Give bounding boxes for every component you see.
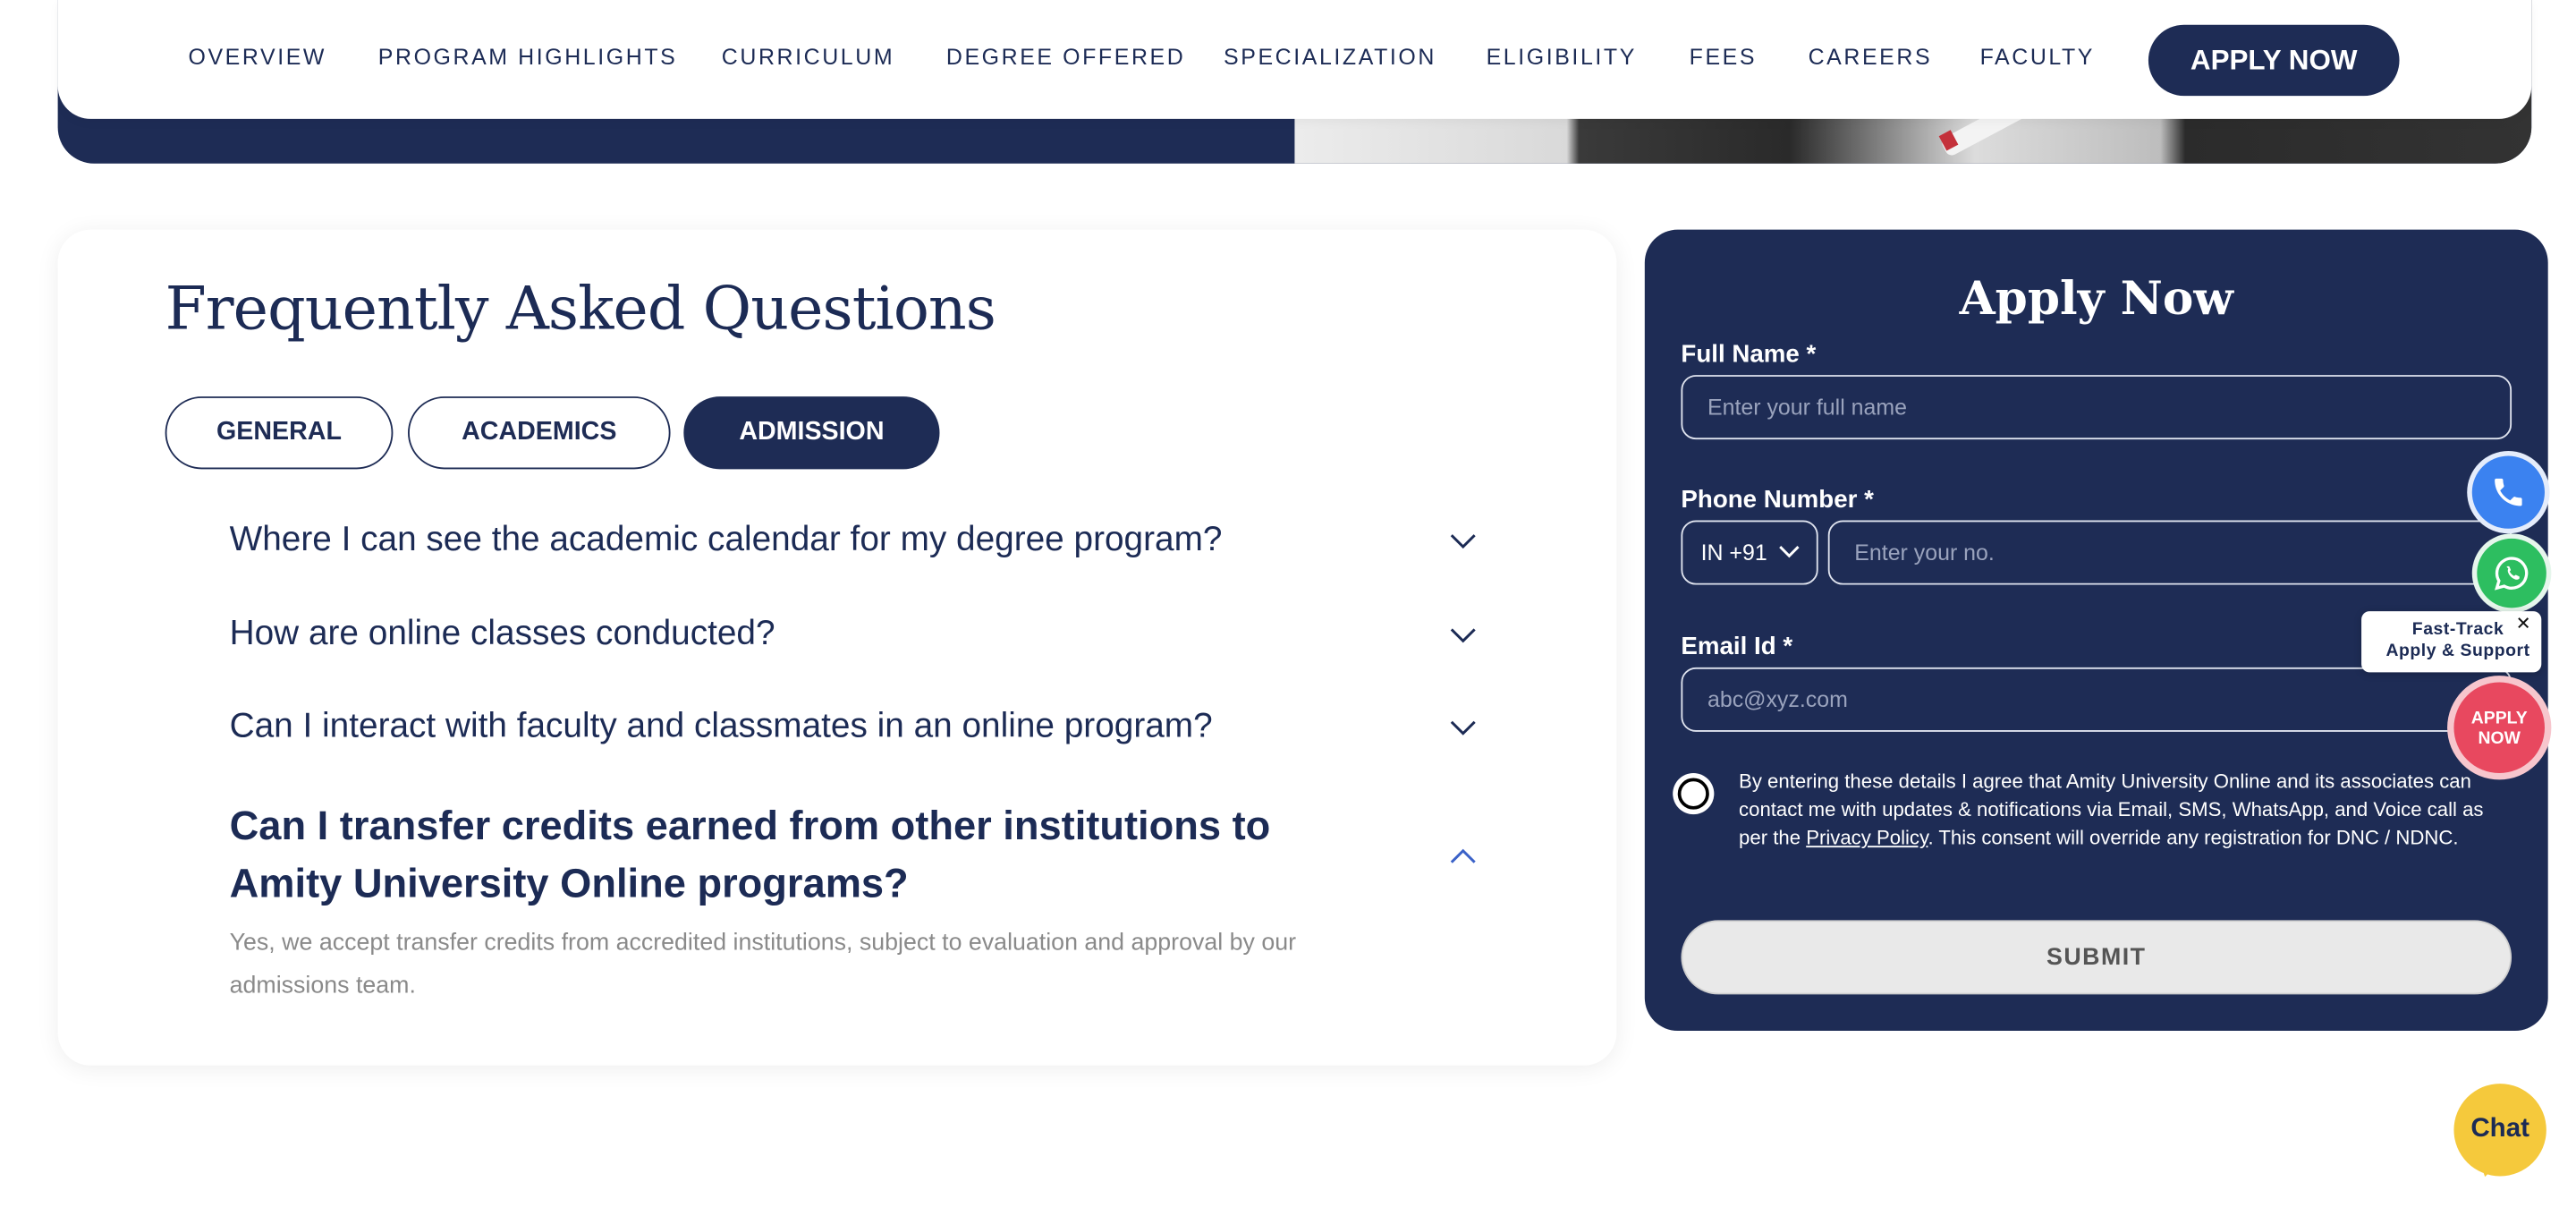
faq-title: Frequently Asked Questions (165, 276, 996, 344)
top-nav: OVERVIEW PROGRAM HIGHLIGHTS CURRICULUM D… (57, 0, 2532, 119)
email-label: Email Id * (1681, 633, 1793, 661)
close-icon[interactable]: ✕ (2516, 615, 2532, 636)
phone-label: Phone Number * (1681, 485, 1874, 514)
email-input[interactable] (1681, 667, 2512, 732)
chevron-down-icon[interactable] (1450, 533, 1477, 549)
tab-academics[interactable]: ACADEMICS (408, 396, 671, 470)
country-code-value: IN +91 (1700, 540, 1767, 565)
faq-question[interactable]: Where I can see the academic calendar fo… (230, 521, 1223, 560)
call-button[interactable] (2471, 455, 2545, 529)
tab-general[interactable]: GENERAL (165, 396, 394, 470)
floating-apply-now-button[interactable]: APPLY NOW (2453, 682, 2545, 774)
chevron-up-icon[interactable] (1450, 847, 1477, 863)
nav-apply-now-button[interactable]: APPLY NOW (2148, 24, 2400, 97)
chat-button[interactable]: Chat (2453, 1084, 2546, 1177)
nav-item-degree-offered[interactable]: DEGREE OFFERED (946, 45, 1185, 70)
faq-question[interactable]: Can I interact with faculty and classmat… (230, 707, 1213, 746)
nav-item-eligibility[interactable]: ELIGIBILITY (1487, 45, 1637, 70)
faq-question[interactable]: How are online classes conducted? (230, 615, 775, 654)
page: OVERVIEW PROGRAM HIGHLIGHTS CURRICULUM D… (0, 0, 2576, 1216)
chevron-down-icon[interactable] (1450, 628, 1477, 644)
faq-question-expanded[interactable]: Can I transfer credits earned from other… (230, 798, 1385, 914)
fast-track-tooltip: ✕ Fast-Track Apply & Support (2361, 611, 2542, 673)
phone-icon (2495, 478, 2522, 506)
whatsapp-button[interactable] (2477, 538, 2546, 608)
nav-item-careers[interactable]: CAREERS (1809, 45, 1933, 70)
tab-admission[interactable]: ADMISSION (683, 396, 940, 470)
consent-radio[interactable] (1673, 773, 1715, 815)
country-code-select[interactable]: IN +91 (1681, 520, 1818, 585)
privacy-policy-link[interactable]: Privacy Policy (1806, 826, 1928, 849)
consent-text: By entering these details I agree that A… (1739, 770, 2484, 849)
submit-button[interactable]: SUBMIT (1681, 920, 2512, 995)
full-name-label: Full Name * (1681, 340, 1817, 369)
nav-item-faculty[interactable]: FACULTY (1980, 45, 2095, 70)
full-name-input[interactable] (1681, 375, 2512, 440)
chevron-down-icon (1779, 546, 1800, 558)
form-title: Apply Now (1959, 270, 2233, 326)
faq-answer: Yes, we accept transfer credits from acc… (229, 930, 1297, 999)
faq-section: Frequently Asked Questions GENERAL ACADE… (57, 229, 1617, 1066)
nav-item-specialization[interactable]: SPECIALIZATION (1224, 45, 1436, 70)
nav-item-overview[interactable]: OVERVIEW (188, 45, 326, 70)
nav-item-program-highlights[interactable]: PROGRAM HIGHLIGHTS (378, 45, 678, 70)
phone-input[interactable] (1827, 520, 2512, 585)
whatsapp-icon (2495, 557, 2529, 591)
nav-item-curriculum[interactable]: CURRICULUM (722, 45, 894, 70)
chevron-down-icon[interactable] (1450, 720, 1477, 736)
nav-item-fees[interactable]: FEES (1690, 45, 1757, 70)
